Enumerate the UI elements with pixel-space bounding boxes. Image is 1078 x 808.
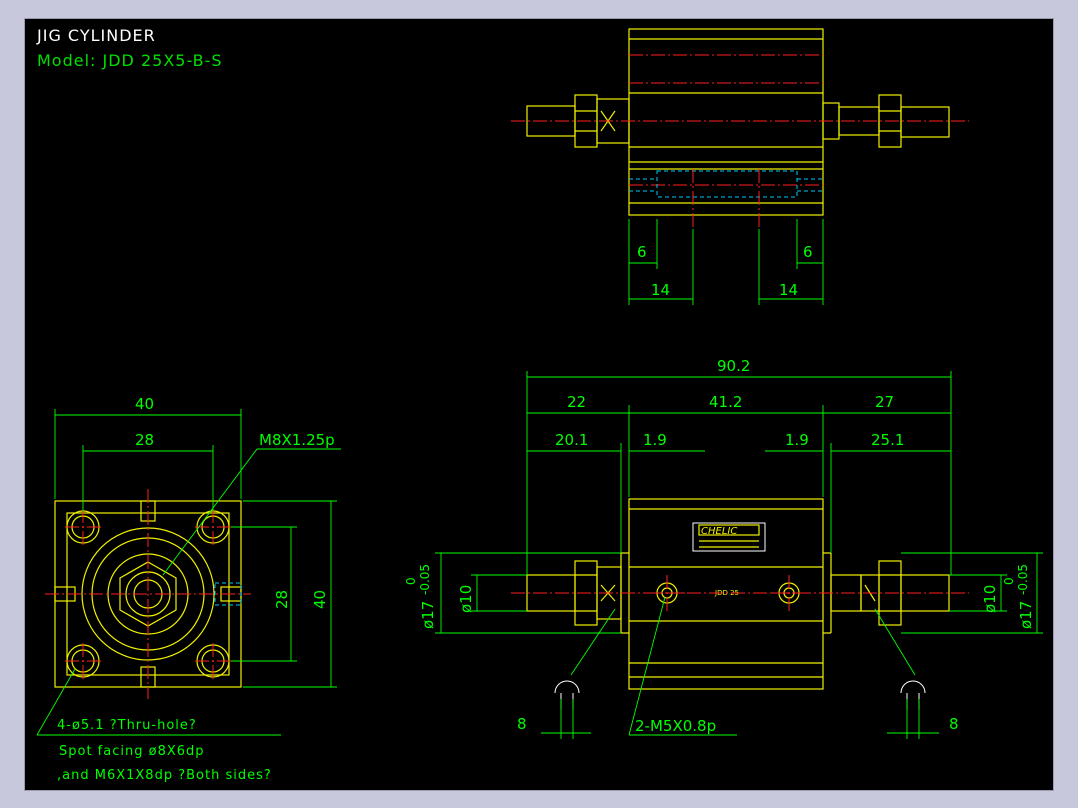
dim-side-width-28: 28 [135, 431, 154, 449]
drawing-title: JIG CYLINDER [36, 26, 156, 45]
hole-note-2: Spot facing ø8X6dp [59, 744, 205, 759]
right-tol-lower: -0.05 [1016, 564, 1030, 595]
left-tol-lower: -0.05 [418, 564, 432, 595]
dim-seg-41-2: 41.2 [709, 393, 742, 411]
right-diameter-10: ø10 [981, 585, 999, 613]
left-diameter-17: ø17 [419, 601, 437, 629]
dim-seg-1-9-right: 1.9 [785, 431, 809, 449]
dim-side-height-28: 28 [273, 590, 291, 609]
dim-left-8: 8 [517, 715, 527, 733]
hole-note-3: ,and M6X1X8dp ?Both sides? [57, 768, 272, 783]
thread-label: M8X1.25p [259, 431, 335, 449]
dim-right-8: 8 [949, 715, 959, 733]
dim-seg-25-1: 25.1 [871, 431, 904, 449]
drawing-model: Model: JDD 25X5-B-S [37, 51, 223, 70]
cad-drawing: JIG CYLINDER Model: JDD 25X5-B-S 6 6 14 … [36, 26, 1043, 783]
left-diameter-10: ø10 [457, 585, 475, 613]
brand-label: CHELIC [701, 526, 737, 537]
top-view: 6 6 14 14 [511, 28, 969, 305]
left-tol-upper: 0 [404, 577, 418, 585]
dim-overall: 90.2 [717, 357, 750, 375]
dim-seg-1-9-left: 1.9 [643, 431, 667, 449]
dim-top-right-6: 6 [803, 243, 813, 261]
dim-top-left-14: 14 [651, 281, 670, 299]
side-view: 40 28 28 40 M8X1.25p 4-ø5.1 ?Thru-hole? … [36, 395, 341, 783]
cad-drawing-canvas: JIG CYLINDER Model: JDD 25X5-B-S 6 6 14 … [24, 18, 1054, 791]
dim-seg-27: 27 [875, 393, 894, 411]
dim-seg-22: 22 [567, 393, 586, 411]
front-view: CHELIC JDD 25 90.2 22 41.2 27 20.1 1.9 1… [404, 357, 1043, 739]
dim-top-left-6: 6 [637, 243, 647, 261]
right-diameter-17: ø17 [1017, 601, 1035, 629]
dim-side-height-40: 40 [311, 590, 329, 609]
hole-note-1: 4-ø5.1 ?Thru-hole? [57, 718, 197, 733]
dim-top-right-14: 14 [779, 281, 798, 299]
dim-seg-20-1: 20.1 [555, 431, 588, 449]
dim-side-width-40: 40 [135, 395, 154, 413]
port-label: 2-M5X0.8p [635, 717, 716, 735]
right-tol-upper: 0 [1002, 577, 1016, 585]
